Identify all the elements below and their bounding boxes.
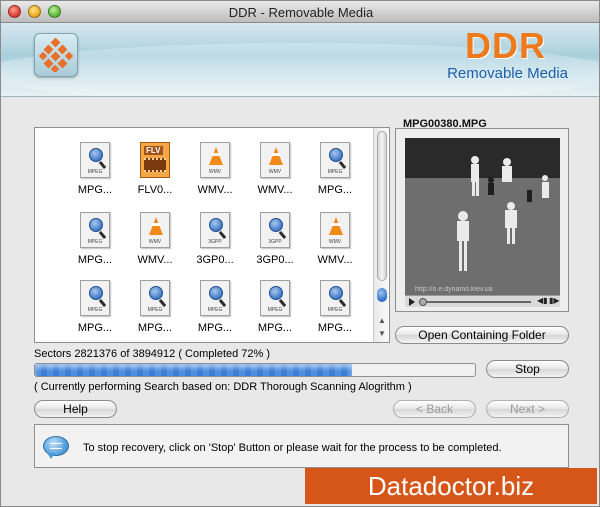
3gp-file-icon: 3GPP: [197, 212, 233, 250]
playback-knob[interactable]: [419, 298, 427, 306]
scroll-position-icon[interactable]: [377, 288, 387, 302]
video-player-controls: ◀▮ ▮▶: [405, 295, 560, 307]
file-label: 3GP0...: [256, 254, 294, 266]
wmv-file-icon: WMV: [137, 212, 173, 250]
file-label: MPG...: [77, 184, 113, 196]
scan-method-note: ( Currently performing Search based on: …: [34, 381, 412, 393]
stop-button[interactable]: Stop: [486, 360, 569, 378]
file-label: MPG...: [77, 322, 113, 334]
title-bar: DDR - Removable Media: [1, 1, 599, 23]
info-panel: To stop recovery, click on 'Stop' Button…: [34, 424, 569, 468]
file-label: WMV...: [137, 254, 173, 266]
brand-subtitle: Removable Media: [447, 65, 568, 82]
file-item[interactable]: WMV WMV...: [305, 212, 365, 266]
mpeg-file-icon: MPEG: [77, 212, 113, 250]
file-item[interactable]: 3GPP 3GP0...: [245, 212, 305, 266]
file-label: WMV...: [317, 254, 353, 266]
file-label: MPG...: [257, 322, 293, 334]
window-title: DDR - Removable Media: [228, 5, 374, 20]
recovered-files-grid[interactable]: MPEG MPG... FLV FLV0... WMV WMV... WMV WMV... MP…: [34, 127, 390, 343]
mpeg-file-icon: MPEG: [317, 280, 353, 318]
file-label: FLV0...: [137, 184, 173, 196]
brand-title: DDR: [465, 25, 546, 66]
file-item[interactable]: WMV WMV...: [245, 142, 305, 196]
scan-progress-bar: [34, 363, 476, 377]
file-label: 3GP0...: [196, 254, 234, 266]
scroll-down-icon[interactable]: ▼: [376, 328, 388, 340]
scroll-up-icon[interactable]: ▲: [376, 315, 388, 327]
file-label: MPG...: [317, 322, 353, 334]
file-item[interactable]: MPEG MPG...: [245, 280, 305, 334]
file-item[interactable]: FLV FLV0...: [125, 142, 185, 196]
progress-fill: [35, 364, 352, 376]
info-message: To stop recovery, click on 'Stop' Button…: [83, 442, 502, 454]
mpeg-file-icon: MPEG: [257, 280, 293, 318]
file-item[interactable]: WMV WMV...: [125, 212, 185, 266]
speech-bubble-icon: [43, 436, 69, 459]
step-forward-icon[interactable]: ▮▶: [549, 296, 560, 305]
file-item[interactable]: MPEG MPG...: [65, 212, 125, 266]
header-banner: DDR Removable Media: [1, 23, 599, 97]
mpeg-file-icon: MPEG: [317, 142, 353, 180]
file-label: MPG...: [137, 322, 173, 334]
sectors-progress-text: Sectors 2821376 of 3894912 ( Completed 7…: [34, 348, 271, 360]
file-item[interactable]: MPEG MPG...: [305, 142, 365, 196]
mpeg-file-icon: MPEG: [77, 142, 113, 180]
file-label: MPG...: [317, 184, 353, 196]
file-item[interactable]: MPEG MPG...: [65, 142, 125, 196]
playback-track[interactable]: [419, 301, 531, 303]
flv-file-icon: FLV: [137, 142, 173, 180]
video-preview-image: http://o.e.dynamo.kiev.ua: [405, 138, 560, 295]
preview-panel: http://o.e.dynamo.kiev.ua ◀▮ ▮▶: [395, 128, 569, 312]
scrollbar-thumb[interactable]: [377, 131, 387, 281]
file-list-scrollbar[interactable]: ▲ ▼: [373, 128, 389, 342]
mpeg-file-icon: MPEG: [77, 280, 113, 318]
file-item[interactable]: MPEG MPG...: [185, 280, 245, 334]
back-button[interactable]: < Back: [393, 400, 476, 418]
website-badge: Datadoctor.biz: [305, 468, 597, 504]
file-item[interactable]: MPEG MPG...: [305, 280, 365, 334]
open-containing-folder-button[interactable]: Open Containing Folder: [395, 326, 569, 344]
file-item[interactable]: WMV WMV...: [185, 142, 245, 196]
file-label: MPG...: [197, 322, 233, 334]
3gp-file-icon: 3GPP: [257, 212, 293, 250]
help-button[interactable]: Help: [34, 400, 117, 418]
preview-watermark: http://o.e.dynamo.kiev.ua: [415, 286, 493, 293]
mpeg-file-icon: MPEG: [137, 280, 173, 318]
file-label: WMV...: [197, 184, 233, 196]
wmv-file-icon: WMV: [317, 212, 353, 250]
file-label: MPG...: [77, 254, 113, 266]
file-item[interactable]: MPEG MPG...: [65, 280, 125, 334]
file-item[interactable]: MPEG MPG...: [125, 280, 185, 334]
next-button[interactable]: Next >: [486, 400, 569, 418]
app-window: DDR - Removable Media DDR Removable Medi…: [0, 0, 600, 507]
play-icon[interactable]: [409, 298, 415, 306]
wmv-file-icon: WMV: [197, 142, 233, 180]
mpeg-file-icon: MPEG: [197, 280, 233, 318]
file-item[interactable]: 3GPP 3GP0...: [185, 212, 245, 266]
file-label: WMV...: [257, 184, 293, 196]
wmv-file-icon: WMV: [257, 142, 293, 180]
app-logo-icon: [34, 33, 78, 77]
step-back-icon[interactable]: ◀▮: [537, 296, 548, 305]
